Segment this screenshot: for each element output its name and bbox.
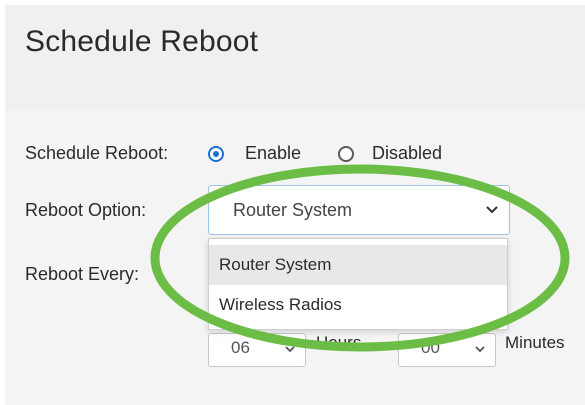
chevron-down-icon xyxy=(475,346,485,353)
minutes-value: 00 xyxy=(421,338,440,357)
chevron-down-icon xyxy=(486,206,498,214)
disabled-radio-label[interactable]: Disabled xyxy=(372,143,442,164)
reboot-option-value: Router System xyxy=(233,200,353,220)
enable-radio-label[interactable]: Enable xyxy=(245,143,301,164)
minutes-select[interactable]: 00 xyxy=(398,333,496,367)
dropdown-option-router-system[interactable]: Router System xyxy=(209,245,507,285)
reboot-option-dropdown: Router System Wireless Radios xyxy=(208,238,508,330)
page-header: Schedule Reboot xyxy=(5,5,585,110)
enable-radio[interactable] xyxy=(208,146,224,162)
reboot-every-label: Reboot Every: xyxy=(25,264,140,284)
reboot-option-select[interactable]: Router System xyxy=(208,185,510,235)
minutes-unit-label: Minutes xyxy=(505,333,565,352)
schedule-reboot-label: Schedule Reboot: xyxy=(25,143,169,163)
disabled-radio[interactable] xyxy=(338,146,354,162)
chevron-down-icon xyxy=(285,346,295,353)
dropdown-option-wireless-radios[interactable]: Wireless Radios xyxy=(209,285,507,325)
page-title: Schedule Reboot xyxy=(25,25,259,58)
hours-unit-label: Hours xyxy=(316,333,362,352)
hours-value: 06 xyxy=(231,338,250,357)
hours-select[interactable]: 06 xyxy=(208,333,306,367)
reboot-option-label: Reboot Option: xyxy=(25,200,147,220)
